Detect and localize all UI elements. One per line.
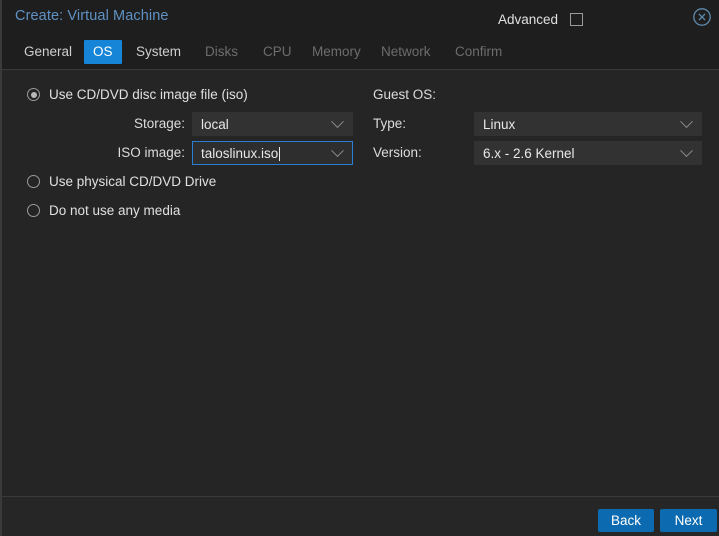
- tab-os[interactable]: OS: [84, 40, 122, 64]
- close-circle-icon[interactable]: [691, 6, 713, 28]
- radio-indicator-physical: [27, 175, 40, 188]
- guest-os-type-value: Linux: [483, 116, 516, 132]
- dialog-header: Create: Virtual Machine: [2, 0, 719, 36]
- advanced-label: Advanced: [497, 12, 558, 27]
- next-button[interactable]: Next: [660, 509, 717, 532]
- tab-bar: General OS System Disks CPU Memory Netwo…: [2, 36, 719, 69]
- radio-use-iso-file[interactable]: Use CD/DVD disc image file (iso): [27, 87, 248, 102]
- guest-os-type-select[interactable]: Linux: [474, 112, 702, 136]
- version-label: Version:: [373, 145, 422, 160]
- radio-use-physical-drive[interactable]: Use physical CD/DVD Drive: [27, 174, 216, 189]
- advanced-checkbox[interactable]: [570, 13, 583, 26]
- dialog-title: Create: Virtual Machine: [15, 8, 169, 24]
- radio-label-iso: Use CD/DVD disc image file (iso): [49, 87, 248, 102]
- tab-general[interactable]: General: [15, 40, 81, 64]
- radio-label-physical: Use physical CD/DVD Drive: [49, 174, 217, 189]
- iso-image-text: taloslinux.iso: [201, 145, 279, 161]
- iso-image-value: taloslinux.iso: [193, 146, 328, 161]
- guest-os-heading: Guest OS:: [373, 87, 437, 102]
- storage-select[interactable]: local: [192, 112, 353, 136]
- tab-memory[interactable]: Memory: [303, 40, 370, 64]
- tab-confirm[interactable]: Confirm: [446, 40, 511, 64]
- tab-cpu[interactable]: CPU: [254, 40, 301, 64]
- type-label: Type:: [373, 116, 407, 131]
- chevron-down-icon: [328, 114, 346, 129]
- iso-image-label: ISO image:: [117, 145, 185, 160]
- create-vm-dialog: Create: Virtual Machine General OS Syste…: [0, 0, 719, 536]
- radio-indicator-iso: [27, 88, 40, 101]
- tab-system[interactable]: System: [127, 40, 190, 64]
- tab-disks[interactable]: Disks: [196, 40, 247, 64]
- storage-value: local: [201, 116, 229, 132]
- text-cursor: [279, 146, 281, 161]
- radio-no-media[interactable]: Do not use any media: [27, 203, 180, 218]
- tab-network[interactable]: Network: [372, 40, 440, 64]
- guest-os-version-select[interactable]: 6.x - 2.6 Kernel: [474, 141, 702, 165]
- storage-label: Storage:: [133, 116, 185, 131]
- iso-image-combobox[interactable]: taloslinux.iso: [192, 141, 353, 165]
- chevron-down-icon: [328, 143, 346, 158]
- chevron-down-icon: [677, 143, 695, 158]
- chevron-down-icon: [677, 114, 695, 129]
- back-button[interactable]: Back: [598, 509, 654, 532]
- radio-label-no-media: Do not use any media: [49, 203, 181, 218]
- dialog-content: Use CD/DVD disc image file (iso) Storage…: [2, 70, 719, 496]
- guest-os-version-value: 6.x - 2.6 Kernel: [483, 145, 575, 161]
- radio-indicator-no-media: [27, 204, 40, 217]
